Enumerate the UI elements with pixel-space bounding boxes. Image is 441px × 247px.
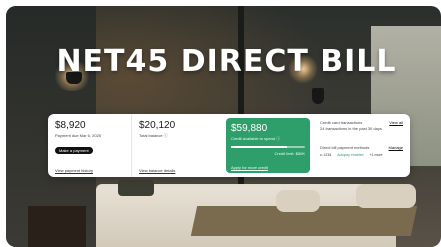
page-title: NET45 DIRECT BILL — [56, 44, 397, 79]
payment-methods-row: Direct bill payment methods Manage — [320, 145, 403, 151]
payment-section: $8,920 Payment due Mar 6, 2025 Make a pa… — [48, 114, 132, 177]
balance-label-row: Total balance ⓘ — [139, 133, 217, 139]
payment-amount: $8,920 — [55, 120, 86, 131]
apply-credit-link[interactable]: Apply for more credit — [231, 165, 268, 170]
transactions-detail: 24 transactions in the past 30 days — [320, 126, 382, 131]
billing-summary-card: $8,920 Payment due Mar 6, 2025 Make a pa… — [48, 114, 410, 177]
bed-bench — [118, 180, 154, 196]
lamp-shade — [312, 88, 324, 104]
credit-label: Credit available to spend — [231, 136, 276, 142]
manage-link[interactable]: Manage — [389, 145, 403, 151]
make-payment-button[interactable]: Make a payment — [55, 147, 93, 154]
balance-amount: $20,120 — [139, 120, 176, 131]
transactions-detail-row: 24 transactions in the past 30 days — [320, 126, 403, 132]
credit-progress-bar — [231, 146, 305, 149]
nightstand — [28, 206, 86, 247]
info-icon[interactable]: ⓘ — [164, 133, 168, 138]
autopay-badge: Autopay enabled — [337, 153, 364, 157]
more-methods[interactable]: +1 more — [370, 153, 383, 157]
credit-section: $59,880 Credit available to spend ⓘ Cred… — [226, 118, 310, 173]
activity-section: Credit card transactions View all 24 tra… — [312, 114, 410, 177]
credit-label-row: Credit available to spend ⓘ — [231, 136, 305, 142]
credit-limit: Credit limit: $80K — [274, 151, 305, 157]
credit-progress-fill — [231, 146, 287, 149]
payment-methods-list: •• 1234 Autopay enabled +1 more — [320, 153, 403, 157]
payment-methods-block: Direct bill payment methods Manage •• 12… — [320, 145, 403, 157]
balance-section: $20,120 Total balance ⓘ View balance det… — [132, 114, 224, 177]
payment-due-date: Payment due Mar 6, 2025 — [55, 133, 102, 138]
payment-methods-label: Direct bill payment methods — [320, 145, 370, 150]
pillow — [276, 190, 320, 212]
balance-label: Total balance — [139, 133, 163, 139]
info-icon[interactable]: ⓘ — [276, 136, 280, 141]
payment-history-link[interactable]: View payment history — [55, 168, 93, 173]
credit-available-amount: $59,880 — [231, 123, 268, 134]
pillow — [356, 184, 416, 208]
balance-details-link[interactable]: View balance details — [139, 168, 175, 173]
card-last-digits: •• 1234 — [320, 153, 332, 157]
view-all-link[interactable]: View all — [389, 120, 403, 126]
